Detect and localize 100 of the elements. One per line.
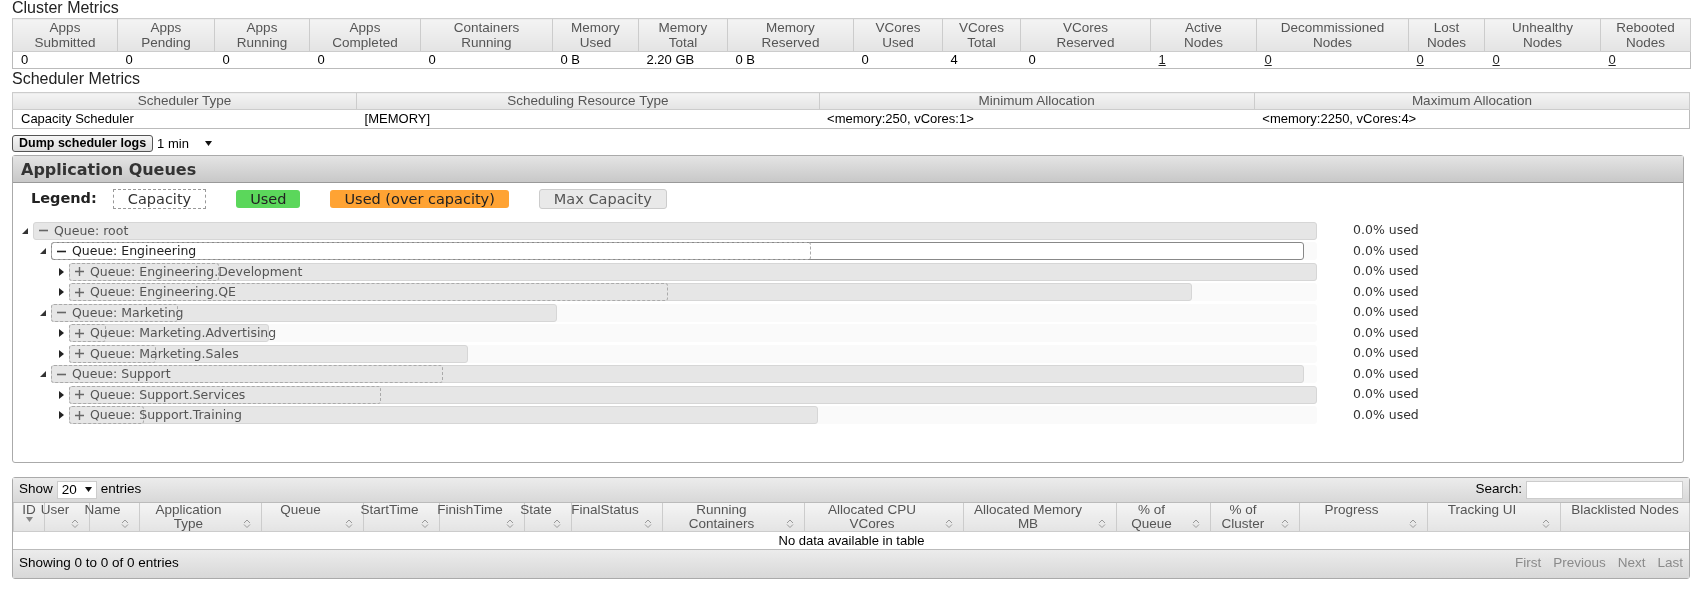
table-cell: 0 — [317, 52, 325, 67]
page-size-dropdown[interactable]: 20 — [56, 480, 97, 499]
column-header: Containers Running — [420, 18, 553, 52]
queue-usage: 0.0% used — [1353, 323, 1419, 342]
table-cell: 0 — [1028, 52, 1036, 67]
collapsed-triangle-icon[interactable] — [58, 349, 64, 358]
queue-usage: 0.0% used — [1353, 303, 1419, 322]
column-header[interactable]: Application Type — [139, 502, 262, 531]
metric-link[interactable]: 0 — [1492, 52, 1500, 67]
table-cell: 0 B — [560, 52, 580, 67]
expanded-triangle-icon[interactable] — [22, 227, 28, 234]
expanded-triangle-icon[interactable] — [40, 309, 46, 316]
column-header: Scheduler Type — [12, 92, 357, 110]
dropdown-caret-icon — [84, 487, 92, 492]
queue-usage: 0.0% used — [1353, 405, 1419, 424]
expanded-triangle-icon[interactable] — [40, 371, 46, 378]
table-cell: 4 — [950, 52, 958, 67]
queue-label[interactable]: Queue: Marketing.Advertising — [90, 324, 277, 343]
column-header[interactable]: FinalStatus — [571, 502, 663, 531]
queue-label[interactable]: Queue: Marketing.Sales — [90, 344, 239, 363]
metric-link[interactable]: 1 — [1158, 52, 1166, 67]
plus-icon[interactable] — [75, 287, 84, 297]
queue-label[interactable]: Queue: Engineering — [72, 242, 197, 261]
legend-item: Used — [236, 189, 301, 208]
column-header: VCores Total — [942, 18, 1021, 52]
show-label: Show — [19, 480, 53, 499]
collapsed-triangle-icon[interactable] — [58, 390, 64, 399]
legend-label: Legend: — [31, 188, 97, 208]
column-header[interactable]: Running Containers — [662, 502, 805, 531]
column-header[interactable]: % of Queue — [1116, 502, 1211, 531]
column-header[interactable]: Progress — [1299, 502, 1428, 531]
metric-link[interactable]: 0 — [1416, 52, 1424, 67]
table-cell: 0 — [428, 52, 436, 67]
entries-label: entries — [100, 480, 142, 499]
queue-label[interactable]: Queue: Engineering.QE — [90, 283, 236, 302]
column-header: VCores Used — [853, 18, 943, 52]
collapsed-triangle-icon[interactable] — [58, 288, 64, 297]
table-cell: Capacity Scheduler — [21, 111, 134, 126]
queue-label[interactable]: Queue: Support — [72, 365, 171, 384]
table-cell: 0 — [125, 52, 133, 67]
collapsed-triangle-icon[interactable] — [58, 267, 64, 276]
column-header[interactable]: Allocated Memory MB — [963, 502, 1117, 531]
queue-label[interactable]: Queue: Support.Services — [90, 385, 246, 404]
queue-label[interactable]: Queue: Support.Training — [90, 406, 242, 425]
panel-title: Application Queues — [13, 155, 1683, 183]
table-cell: [MEMORY] — [364, 111, 431, 126]
column-header[interactable]: Tracking UI — [1427, 502, 1561, 531]
queue-usage: 0.0% used — [1353, 385, 1419, 404]
column-header: Memory Used — [552, 18, 639, 52]
search-field[interactable] — [1526, 480, 1683, 499]
column-header: Memory Reserved — [727, 18, 854, 52]
table-cell: 0 — [222, 52, 230, 67]
queue-label[interactable]: Queue: Engineering.Development — [90, 262, 303, 281]
queue-usage: 0.0% used — [1353, 282, 1419, 301]
queue-label[interactable]: Queue: Marketing — [72, 303, 184, 322]
queue-usage: 0.0% used — [1353, 221, 1419, 240]
section-title: Cluster Metrics — [12, 0, 120, 16]
dropdown-caret-icon — [204, 141, 212, 147]
column-header: Apps Completed — [309, 18, 421, 52]
column-header: Minimum Allocation — [819, 92, 1255, 110]
column-header[interactable]: % of Cluster — [1210, 502, 1300, 531]
table-info: Showing 0 to 0 of 0 entries — [19, 554, 179, 573]
column-header: Lost Nodes — [1408, 18, 1485, 52]
table-cell: 0 — [21, 52, 29, 67]
table-cell: <memory:2250, vCores:4> — [1262, 111, 1417, 126]
table-cell: 0 — [861, 52, 869, 67]
queue-usage: 0.0% used — [1353, 364, 1419, 383]
search-label: Search: — [1475, 480, 1522, 499]
column-header: VCores Reserved — [1020, 18, 1151, 52]
collapsed-triangle-icon[interactable] — [58, 411, 64, 420]
column-header: Apps Pending — [117, 18, 215, 52]
column-header: Scheduling Resource Type — [356, 92, 820, 110]
collapsed-triangle-icon[interactable] — [58, 329, 64, 338]
plus-icon[interactable] — [75, 349, 84, 359]
table-cell: <memory:250, vCores:1> — [827, 111, 974, 126]
column-header[interactable]: Blacklisted Nodes — [1560, 502, 1690, 531]
interval-dropdown[interactable]: 1 min — [157, 134, 212, 154]
table-cell: 2.20 GB — [646, 52, 695, 67]
plus-icon[interactable] — [75, 267, 84, 277]
column-header: Rebooted Nodes — [1600, 18, 1691, 52]
plus-icon[interactable] — [75, 328, 84, 338]
legend-item: Max Capacity — [538, 188, 667, 209]
empty-message: No data available in table — [778, 532, 925, 548]
column-header: Maximum Allocation — [1254, 92, 1690, 110]
table-cell: 0 B — [735, 52, 755, 67]
column-header: Decommissioned Nodes — [1256, 18, 1409, 52]
column-header: Active Nodes — [1150, 18, 1257, 52]
queue-label[interactable]: Queue: root — [54, 221, 129, 240]
plus-icon[interactable] — [75, 410, 84, 420]
metric-link[interactable]: 0 — [1264, 52, 1272, 67]
dump-logs-button[interactable]: Dump scheduler logs — [12, 135, 154, 153]
column-header[interactable]: Allocated CPU VCores — [804, 502, 964, 531]
column-header: Apps Submitted — [12, 18, 118, 52]
legend-item: Used (over capacity) — [330, 189, 509, 208]
expanded-triangle-icon[interactable] — [40, 248, 46, 255]
plus-icon[interactable] — [75, 390, 84, 400]
queue-usage: 0.0% used — [1353, 262, 1419, 281]
legend-item: Capacity — [112, 188, 207, 209]
metric-link[interactable]: 0 — [1608, 52, 1616, 67]
queue-usage: 0.0% used — [1353, 344, 1419, 363]
